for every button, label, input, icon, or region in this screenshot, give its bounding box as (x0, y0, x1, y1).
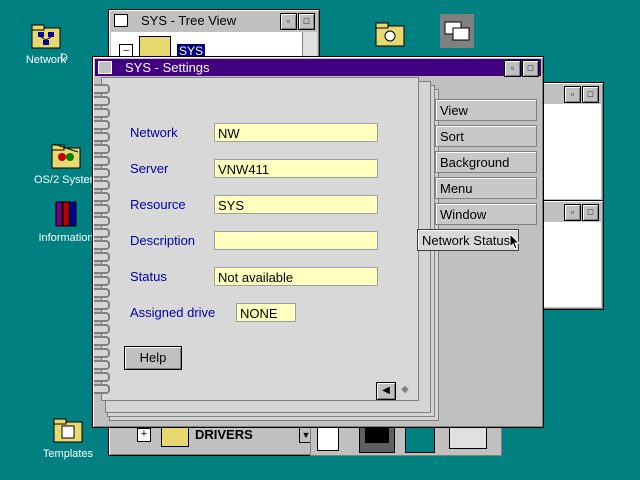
maximize-button[interactable]: □ (582, 204, 599, 221)
os2-system-folder-icon (51, 143, 81, 169)
title-bar[interactable]: ▫ □ (541, 203, 601, 221)
background-window-2[interactable]: ▫ □ (538, 200, 604, 310)
resource-label: Resource (130, 197, 186, 212)
network-folder-icon (31, 24, 61, 49)
printer-icon[interactable] (449, 427, 487, 449)
tab-network-status[interactable]: Network Status (417, 229, 519, 251)
description-field[interactable] (214, 231, 378, 250)
previous-page-button[interactable]: ◀ (376, 382, 396, 400)
maximize-button[interactable]: □ (522, 60, 539, 77)
settings-window[interactable]: SYS - Settings ▫ □ Network NW Server VNW… (92, 56, 544, 428)
title-bar[interactable]: SYS - Tree View ▫ □ (111, 12, 317, 30)
mouse-pointer-icon (509, 233, 521, 250)
system-menu-icon[interactable] (114, 14, 128, 27)
desktop-icon-os2-system[interactable]: OS/2 System (34, 140, 99, 186)
minimize-button[interactable]: ▫ (564, 86, 581, 103)
minimize-button[interactable]: ▫ (280, 13, 297, 30)
status-field[interactable]: Not available (214, 267, 378, 286)
title-bar[interactable]: SYS - Settings ▫ □ (95, 59, 541, 77)
tab-background[interactable]: Background (435, 151, 537, 173)
spiral-binding (94, 84, 110, 396)
templates-folder-icon (53, 418, 83, 443)
maximize-button[interactable]: □ (298, 13, 315, 30)
assigned-drive-field[interactable]: NONE (236, 303, 296, 322)
window-list-icon[interactable] (440, 14, 474, 48)
minimize-button[interactable]: ▫ (504, 60, 521, 77)
expand-toggle[interactable]: + (137, 428, 151, 442)
desktop-icon-label: Templates (42, 448, 94, 460)
drivers-folder-icon[interactable] (161, 425, 189, 447)
server-label: Server (130, 161, 169, 176)
maximize-button[interactable]: □ (582, 86, 599, 103)
server-field[interactable]: VNW411 (214, 159, 378, 178)
background-window-1[interactable]: ▫ □ (538, 82, 604, 202)
resource-field[interactable]: SYS (214, 195, 378, 214)
next-page-button[interactable]: ◆ (396, 382, 414, 398)
drivers-folder-label[interactable]: DRIVERS (195, 427, 253, 442)
tab-window[interactable]: Window (435, 203, 537, 225)
help-button[interactable]: Help (124, 346, 182, 370)
status-label: Status (130, 269, 167, 284)
assigned-drive-label: Assigned drive (130, 305, 216, 320)
desktop-icon-information[interactable]: Information (34, 198, 98, 244)
desktop-icon-label: Information (38, 232, 94, 244)
network-field[interactable]: NW (214, 123, 378, 142)
tab-menu[interactable]: Menu (435, 177, 537, 199)
system-menu-icon[interactable] (98, 61, 112, 74)
desktop-icon-label: OS/2 System (34, 174, 99, 186)
tab-view[interactable]: View (435, 99, 537, 121)
desktop-icon-templates[interactable]: Templates (36, 414, 100, 460)
drive-folder-icon[interactable] (374, 20, 406, 48)
tab-sort[interactable]: Sort (435, 125, 537, 147)
books-icon (55, 201, 77, 227)
window-client (541, 104, 601, 199)
window-title: SYS - Tree View (141, 13, 237, 28)
window-title: SYS - Settings (125, 60, 210, 75)
notebook-page: Network NW Server VNW411 Resource SYS De… (94, 77, 419, 401)
title-bar[interactable]: ▫ □ (541, 85, 601, 103)
window-client (541, 222, 601, 307)
network-label: Network (130, 125, 178, 140)
minimize-button[interactable]: ▫ (564, 204, 581, 221)
description-label: Description (130, 233, 196, 248)
